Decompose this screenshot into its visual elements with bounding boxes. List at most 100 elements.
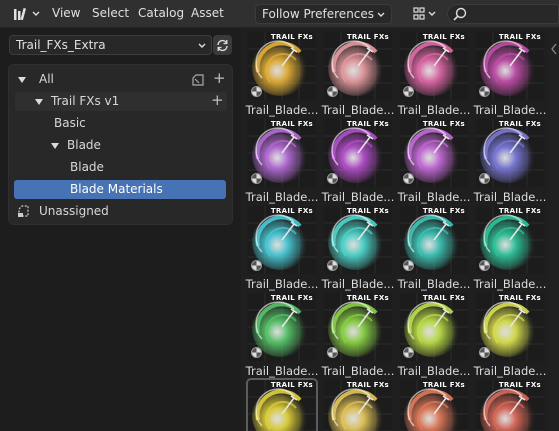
add-catalog-button[interactable]: + — [213, 69, 226, 88]
asset-name-label: Trail_Blade... — [245, 103, 319, 117]
asset-name-label: Trail_Blade... — [473, 277, 547, 291]
asset-thumbnail[interactable]: TRAIL FXs — [400, 119, 468, 187]
chevron-left-icon — [551, 43, 557, 55]
trail-fx-badge: TRAIL FXs — [346, 33, 389, 41]
catalog-item-blade-materials[interactable]: Blade Materials — [14, 180, 226, 199]
catalog-item-all[interactable]: All + — [15, 69, 227, 89]
new-catalog-folder-icon[interactable] — [191, 73, 205, 87]
chevron-down-icon — [32, 11, 40, 16]
display-mode-button[interactable] — [408, 4, 442, 24]
scrollbar[interactable] — [547, 28, 559, 431]
asset-thumbnail[interactable]: TRAIL FXs — [400, 32, 468, 100]
material-type-icon — [403, 86, 414, 97]
catalog-item-label: Unassigned — [39, 204, 109, 218]
menu-catalog[interactable]: Catalog — [138, 6, 184, 20]
menu-asset[interactable]: Asset — [191, 6, 224, 20]
asset-name-label: Trail_Blade... — [397, 190, 471, 204]
asset-thumbnail[interactable]: TRAIL FXs — [400, 206, 468, 274]
asset-thumbnail[interactable]: TRAIL FXs — [476, 119, 544, 187]
asset-thumbnail[interactable]: TRAIL FXs — [248, 293, 316, 361]
expand-arrow-icon — [51, 143, 59, 149]
asset-name-label: Trail_Blade... — [321, 103, 395, 117]
material-type-icon — [479, 86, 490, 97]
refresh-library-button[interactable] — [213, 35, 232, 55]
editor-type-button[interactable] — [8, 4, 40, 24]
catalog-item-unassigned[interactable]: Unassigned — [15, 202, 227, 221]
catalog-tree: All + Trail FXs v1 + Basic Blade Blade B… — [8, 64, 233, 225]
asset-thumbnail[interactable]: TRAIL FXs — [248, 206, 316, 274]
asset-thumbnail[interactable]: TRAIL FXs — [246, 378, 318, 431]
asset-thumbnail[interactable]: TRAIL FXs — [324, 293, 392, 361]
trail-fx-badge: TRAIL FXs — [346, 120, 389, 128]
search-input[interactable] — [447, 4, 559, 24]
catalog-item-label: All — [39, 72, 54, 86]
asset-browser-icon — [14, 7, 27, 21]
trail-fx-badge: TRAIL FXs — [498, 33, 541, 41]
asset-thumbnail[interactable]: TRAIL FXs — [476, 293, 544, 361]
trail-fx-badge: TRAIL FXs — [270, 33, 313, 41]
trail-fx-badge: TRAIL FXs — [422, 207, 465, 215]
asset-thumbnail[interactable]: TRAIL FXs — [324, 32, 392, 100]
asset-name-label: Trail_Blade... — [321, 190, 395, 204]
search-icon — [453, 7, 467, 21]
trail-fx-badge: TRAIL FXs — [270, 381, 313, 389]
catalog-item-label: Trail FXs v1 — [51, 94, 120, 108]
catalog-item-blade[interactable]: Blade — [15, 136, 227, 155]
add-catalog-button[interactable]: + — [211, 91, 224, 110]
catalog-item-label: Basic — [54, 116, 86, 130]
catalog-item-basic[interactable]: Basic — [15, 114, 227, 133]
trail-fx-badge: TRAIL FXs — [270, 120, 313, 128]
trail-fx-badge: TRAIL FXs — [346, 207, 389, 215]
asset-thumbnail[interactable]: TRAIL FXs — [324, 119, 392, 187]
trail-fx-badge: TRAIL FXs — [346, 381, 389, 389]
asset-thumbnail[interactable]: TRAIL FXs — [324, 206, 392, 274]
catalog-item-trail-fxs-v1[interactable]: Trail FXs v1 + — [15, 91, 227, 111]
import-method-dropdown[interactable]: Follow Preferences — [255, 4, 392, 24]
asset-name-label: Trail_Blade... — [397, 103, 471, 117]
asset-thumbnail[interactable]: TRAIL FXs — [476, 32, 544, 100]
asset-thumbnail[interactable]: TRAIL FXs — [248, 119, 316, 187]
asset-name-label: Trail_Blade... — [245, 364, 319, 378]
asset-name-label: Trail_Blade... — [245, 277, 319, 291]
asset-library-value: Trail_FXs_Extra — [16, 38, 106, 52]
thumbnail-grid-icon — [413, 7, 436, 20]
asset-name-label: Trail_Blade... — [473, 103, 547, 117]
trail-fx-badge: TRAIL FXs — [498, 120, 541, 128]
asset-name-label: Trail_Blade... — [397, 277, 471, 291]
catalog-item-label: Blade — [70, 160, 104, 174]
trail-fx-badge: TRAIL FXs — [498, 381, 541, 389]
asset-name-label: Trail_Blade... — [321, 364, 395, 378]
unassigned-icon — [18, 205, 29, 217]
chevron-down-icon — [198, 43, 206, 48]
catalog-item-blade-child[interactable]: Blade — [15, 158, 227, 177]
material-type-icon — [479, 173, 490, 184]
material-type-icon — [251, 347, 262, 358]
menu-select[interactable]: Select — [92, 6, 129, 20]
trail-fx-badge: TRAIL FXs — [346, 294, 389, 302]
material-type-icon — [403, 260, 414, 271]
trail-fx-badge: TRAIL FXs — [270, 207, 313, 215]
expand-arrow-icon — [18, 77, 26, 83]
refresh-icon — [217, 39, 228, 51]
asset-thumbnail[interactable]: TRAIL FXs — [248, 32, 316, 100]
asset-thumbnail[interactable]: TRAIL FXs — [400, 380, 468, 431]
asset-library-dropdown[interactable]: Trail_FXs_Extra — [9, 35, 212, 55]
asset-name-label: Trail_Blade... — [245, 190, 319, 204]
asset-thumbnail[interactable]: TRAIL FXs — [400, 293, 468, 361]
material-type-icon — [327, 86, 338, 97]
material-type-icon — [251, 173, 262, 184]
trail-fx-badge: TRAIL FXs — [422, 33, 465, 41]
trail-fx-badge: TRAIL FXs — [422, 120, 465, 128]
trail-fx-badge: TRAIL FXs — [270, 294, 313, 302]
material-type-icon — [403, 173, 414, 184]
trail-fx-badge: TRAIL FXs — [498, 294, 541, 302]
asset-thumbnail[interactable]: TRAIL FXs — [476, 206, 544, 274]
asset-thumbnail[interactable]: TRAIL FXs — [324, 380, 392, 431]
material-type-icon — [327, 347, 338, 358]
asset-browser-header: View Select Catalog Asset Follow Prefere… — [0, 0, 559, 28]
material-type-icon — [327, 173, 338, 184]
menu-view[interactable]: View — [52, 6, 80, 20]
trail-fx-badge: TRAIL FXs — [422, 381, 465, 389]
asset-thumbnail[interactable]: TRAIL FXs — [476, 380, 544, 431]
trail-fx-badge: TRAIL FXs — [498, 207, 541, 215]
